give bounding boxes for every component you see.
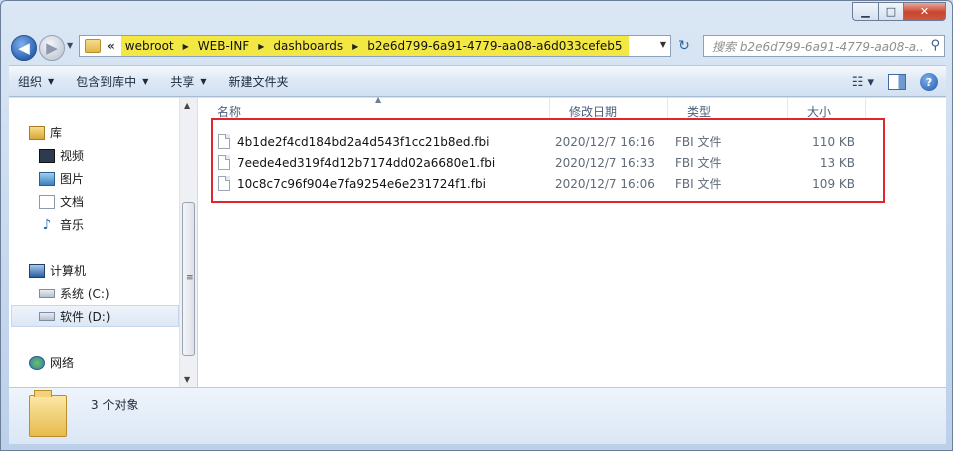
nav-item-network[interactable]: 网络	[29, 354, 74, 371]
preview-pane-icon[interactable]	[888, 74, 906, 90]
breadcrumb-item-web-inf[interactable]: WEB-INF	[198, 39, 249, 53]
share-menu[interactable]: 共享 ▼	[161, 73, 215, 90]
address-dropdown-icon[interactable]: ▼	[660, 40, 666, 49]
scroll-up-icon[interactable]: ▲	[184, 101, 190, 110]
scrollbar-thumb[interactable]: ≡	[182, 202, 195, 356]
column-size-label: 大小	[807, 105, 832, 119]
library-icon	[29, 125, 45, 140]
grip-icon: ≡	[186, 273, 194, 283]
organize-menu[interactable]: 组织 ▼	[9, 73, 63, 90]
music-icon: ♪	[42, 216, 52, 233]
refresh-icon: ↻	[678, 38, 690, 54]
breadcrumb-overflow-button[interactable]: «	[107, 39, 115, 53]
drive-icon	[39, 289, 55, 298]
column-header-type[interactable]: 类型	[668, 98, 788, 119]
nav-label: 视频	[60, 149, 85, 163]
details-pane: 3 个对象	[9, 387, 946, 444]
address-bar[interactable]: « webroot ▶ WEB-INF ▶ dashboards ▶ b2e6d…	[79, 35, 671, 57]
nav-item-documents[interactable]: 文档	[39, 193, 84, 210]
nav-label: 系统 (C:)	[60, 287, 110, 301]
picture-icon	[39, 171, 55, 186]
document-icon	[39, 194, 55, 209]
column-header-name[interactable]: 名称 ▲	[198, 95, 550, 119]
search-box[interactable]: 搜索 b2e6d799-6a91-4779-aa08-a... ⚲	[703, 35, 945, 57]
breadcrumb-item-webroot[interactable]: webroot	[125, 39, 174, 53]
column-type-label: 类型	[687, 105, 712, 119]
column-date-label: 修改日期	[569, 105, 618, 119]
breadcrumb-item-dashboards[interactable]: dashboards	[273, 39, 343, 53]
help-icon[interactable]: ?	[920, 73, 938, 91]
new-folder-button[interactable]: 新建文件夹	[220, 73, 298, 90]
minimize-button[interactable]: ▁	[852, 2, 878, 21]
forward-arrow-icon: ▶	[46, 39, 58, 57]
scroll-down-icon[interactable]: ▼	[184, 375, 190, 384]
recent-pages-button[interactable]: ▼	[67, 41, 73, 50]
nav-item-pictures[interactable]: 图片	[39, 170, 84, 187]
include-in-library-label: 包含到库中	[76, 74, 137, 89]
nav-item-videos[interactable]: 视频	[39, 147, 84, 164]
folder-icon	[85, 39, 101, 53]
nav-label: 计算机	[50, 264, 87, 278]
column-headers: 名称 ▲ 修改日期 类型 大小	[198, 95, 946, 119]
search-input[interactable]: 搜索 b2e6d799-6a91-4779-aa08-a...	[712, 38, 924, 55]
maximize-button[interactable]: □	[878, 2, 903, 21]
navigation-pane: 库 视频 图片 文档 ♪ 音乐 计算机 系统 (C:) 软件 (D:) 网络	[9, 98, 197, 387]
breadcrumb-separator-icon[interactable]: ▶	[183, 42, 189, 51]
sort-ascending-icon: ▲	[375, 95, 382, 104]
nav-item-drive-d[interactable]: 软件 (D:)	[39, 308, 110, 325]
nav-item-drive-c[interactable]: 系统 (C:)	[39, 285, 110, 302]
column-header-size[interactable]: 大小	[788, 98, 866, 119]
annotation-highlight-box	[211, 118, 885, 203]
forward-button[interactable]: ▶	[39, 35, 65, 61]
nav-label: 网络	[50, 356, 75, 370]
nav-item-music[interactable]: ♪ 音乐	[39, 216, 84, 233]
breadcrumb-separator-icon[interactable]: ▶	[352, 42, 358, 51]
include-in-library-menu[interactable]: 包含到库中 ▼	[67, 73, 157, 90]
chevron-down-icon: ▼	[200, 76, 207, 86]
explorer-window: ▁ □ ✕ ◀ ▶ ▼ « webroot ▶ WEB-INF ▶ dashbo…	[0, 0, 953, 451]
nav-label: 文档	[60, 195, 85, 209]
item-count: 3 个对象	[91, 398, 139, 412]
computer-icon	[29, 263, 45, 278]
drive-icon	[39, 312, 55, 321]
change-view-icon[interactable]: ☷ ▾	[852, 75, 874, 90]
chevron-down-icon: ▼	[142, 76, 149, 86]
folder-icon	[29, 390, 67, 437]
command-bar: 组织 ▼ 包含到库中 ▼ 共享 ▼ 新建文件夹 ☷ ▾ ?	[9, 65, 946, 97]
share-label: 共享	[170, 74, 195, 89]
column-header-date[interactable]: 修改日期	[550, 98, 668, 119]
toolbar-right: ☷ ▾ ?	[852, 73, 938, 91]
navigation-scrollbar[interactable]: ▲ ≡ ▼	[179, 98, 197, 387]
caption-buttons: ▁ □ ✕	[852, 2, 946, 21]
new-folder-label: 新建文件夹	[228, 74, 289, 89]
nav-label: 库	[50, 126, 63, 140]
nav-label: 软件 (D:)	[60, 310, 111, 324]
back-arrow-icon: ◀	[18, 39, 30, 57]
column-name-label: 名称	[217, 105, 242, 119]
refresh-button[interactable]: ↻	[673, 35, 695, 57]
breadcrumb-separator-icon[interactable]: ▶	[258, 42, 264, 51]
breadcrumb: webroot ▶ WEB-INF ▶ dashboards ▶ b2e6d79…	[120, 36, 629, 56]
file-list: 名称 ▲ 修改日期 类型 大小 4b1de2f4cd184bd2a4d543f1c…	[198, 95, 946, 387]
network-icon	[29, 355, 45, 370]
organize-label: 组织	[18, 74, 43, 89]
nav-label: 图片	[60, 172, 85, 186]
video-icon	[39, 148, 55, 163]
search-icon[interactable]: ⚲	[930, 38, 940, 53]
chevron-down-icon: ▼	[48, 76, 55, 86]
close-button[interactable]: ✕	[903, 2, 946, 21]
nav-item-libraries[interactable]: 库	[29, 124, 62, 141]
back-button[interactable]: ◀	[11, 35, 37, 61]
nav-label: 音乐	[60, 218, 85, 232]
breadcrumb-item-current-folder[interactable]: b2e6d799-6a91-4779-aa08-a6d033cefeb5	[367, 39, 622, 53]
nav-item-computer[interactable]: 计算机	[29, 262, 86, 279]
